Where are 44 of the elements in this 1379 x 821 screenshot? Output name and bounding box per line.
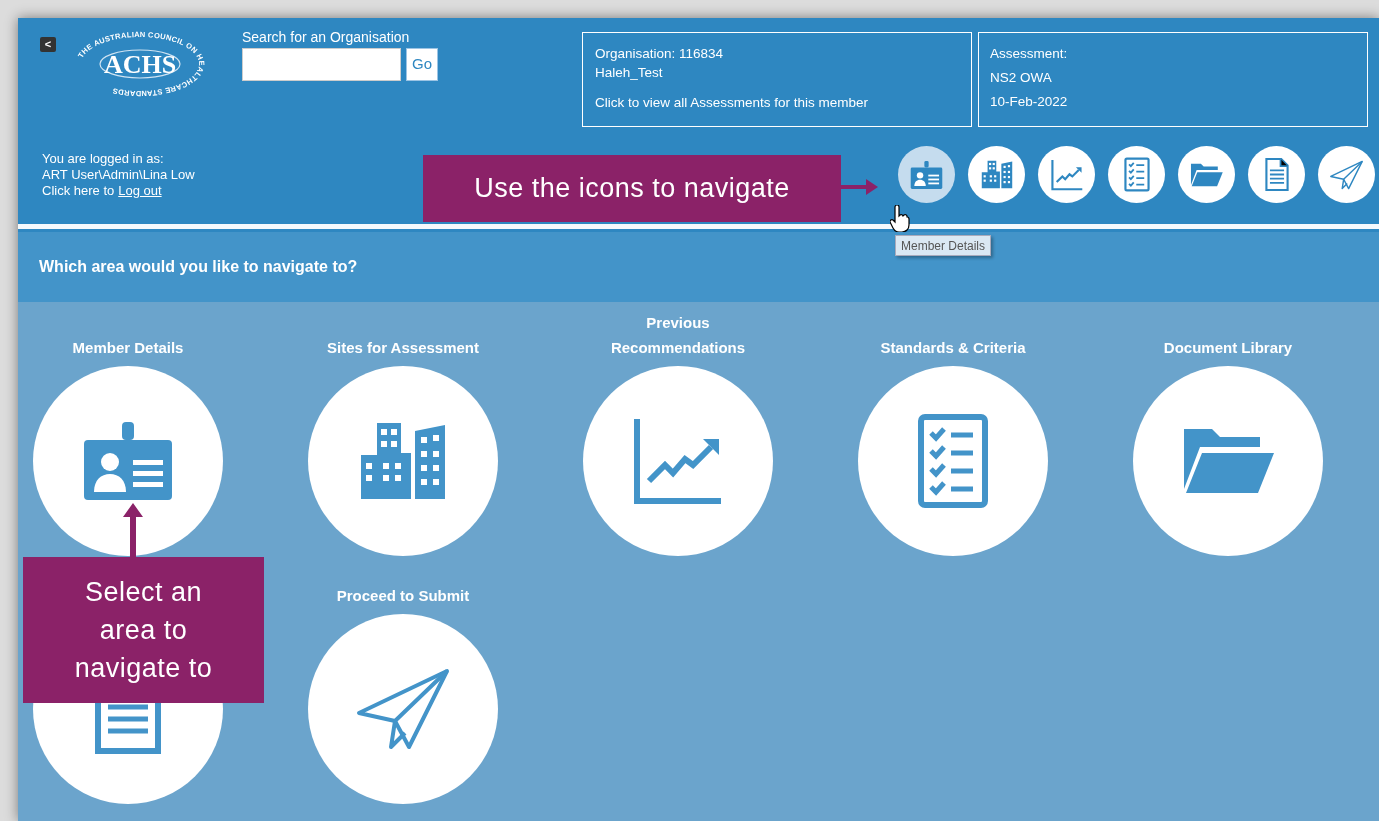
callout-text: Select an area to navigate to <box>73 576 214 685</box>
search-label: Search for an Organisation <box>242 29 411 45</box>
user-name: ART User\Admin\Lina Low <box>42 166 196 183</box>
checklist-icon <box>1123 157 1150 192</box>
assessment-date: 10-Feb-2022 <box>990 93 1069 111</box>
nav-icon-button[interactable] <box>1248 146 1305 203</box>
nav-icon-button[interactable] <box>968 146 1025 203</box>
folder-icon <box>1190 162 1223 187</box>
prompt-text: Which area would you like to navigate to? <box>39 257 358 277</box>
organisation-id: Organisation: 116834 <box>595 45 725 63</box>
view-assessments-link[interactable]: Click to view all Assessments for this member <box>595 93 869 112</box>
nav-icon-button[interactable] <box>1318 146 1375 203</box>
tile-title: Proceed to Submit <box>335 586 471 606</box>
tooltip-text: Member Details <box>901 237 986 255</box>
folder-icon <box>1182 427 1274 495</box>
buildings-icon <box>980 160 1013 189</box>
assessment-name: NS2 OWA <box>990 69 1053 87</box>
back-button[interactable]: < <box>40 37 56 52</box>
id-card-icon <box>910 159 943 190</box>
go-button[interactable]: Go <box>406 48 438 81</box>
buildings-icon <box>359 421 447 501</box>
document-icon <box>1264 157 1289 192</box>
tile-title: Previous Recommendations <box>609 313 747 358</box>
line-chart-icon <box>633 417 723 505</box>
nav-icon-button[interactable] <box>1108 146 1165 203</box>
tile-title: Standards & Criteria <box>879 338 1027 358</box>
callout-text: Use the icons to navigate <box>474 172 790 206</box>
logout-link[interactable]: Log out <box>118 182 162 199</box>
search-field[interactable] <box>242 48 401 81</box>
organisation-name: Haleh_Test <box>595 64 664 82</box>
tile-title: Sites for Assessment <box>326 338 480 358</box>
paper-plane-icon <box>1329 159 1364 190</box>
logout-prompt: Click here to <box>42 182 115 199</box>
line-chart-icon <box>1050 158 1083 191</box>
id-card-icon <box>82 420 174 502</box>
tile-title: Member Details <box>71 338 185 358</box>
tile-title: Document Library <box>1162 338 1294 358</box>
paper-plane-icon <box>355 667 451 751</box>
nav-icon-button[interactable] <box>898 146 955 203</box>
assessment-label: Assessment: <box>990 45 1069 63</box>
checklist-icon <box>917 413 989 509</box>
login-label: You are logged in as: <box>42 150 165 167</box>
nav-icon-button[interactable] <box>1178 146 1235 203</box>
nav-icon-button[interactable] <box>1038 146 1095 203</box>
